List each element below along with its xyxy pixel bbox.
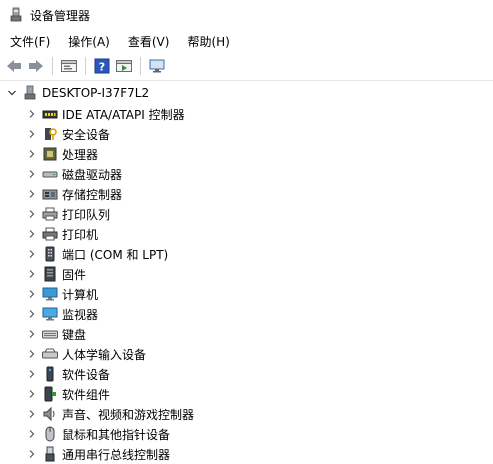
tree-item-label: 软件组件 (62, 387, 111, 402)
tree-item-label: 计算机 (62, 287, 99, 302)
device-tree: DESKTOP-I37F7L2 IDE ATA/ATAPI 控制器 安全设备 处… (0, 82, 493, 462)
software-device-icon (42, 366, 58, 382)
chevron-right-icon[interactable] (26, 348, 38, 360)
tree-item-label: 通用串行总线控制器 (62, 447, 171, 462)
software-component-icon (42, 386, 58, 402)
chevron-right-icon[interactable] (26, 408, 38, 420)
storage-controller-icon (42, 186, 58, 202)
toolbar-separator (85, 57, 86, 75)
chevron-right-icon[interactable] (26, 208, 38, 220)
chevron-right-icon[interactable] (26, 148, 38, 160)
chevron-right-icon[interactable] (26, 108, 38, 120)
chevron-right-icon[interactable] (26, 448, 38, 460)
chevron-right-icon[interactable] (26, 128, 38, 140)
tree-item-sound[interactable]: 声音、视频和游戏控制器 (0, 404, 493, 424)
tree-item-label: 磁盘驱动器 (62, 167, 123, 182)
tree-item-keyboards[interactable]: 键盘 (0, 324, 493, 344)
tree-item-disk-drives[interactable]: 磁盘驱动器 (0, 164, 493, 184)
sound-icon (42, 406, 58, 422)
menu-help[interactable]: 帮助(H) (181, 33, 235, 50)
chevron-right-icon[interactable] (26, 168, 38, 180)
chevron-right-icon[interactable] (26, 388, 38, 400)
menu-file[interactable]: 文件(F) (4, 33, 56, 50)
chevron-right-icon[interactable] (26, 428, 38, 440)
tree-item-processor[interactable]: 处理器 (0, 144, 493, 164)
chevron-down-icon[interactable] (6, 87, 18, 99)
chevron-right-icon[interactable] (26, 288, 38, 300)
toolbar-separator (52, 57, 53, 75)
tree-item-label: 存储控制器 (62, 187, 123, 202)
tree-item-firmware[interactable]: 固件 (0, 264, 493, 284)
tree-item-label: 软件设备 (62, 367, 111, 382)
tree-item-label: 监视器 (62, 307, 99, 322)
hid-icon (42, 346, 58, 362)
toolbar: ? (0, 52, 493, 81)
tree-item-print-queue[interactable]: 打印队列 (0, 204, 493, 224)
firmware-icon (42, 266, 58, 282)
tree-item-software-components[interactable]: 软件组件 (0, 384, 493, 404)
tree-item-label: 声音、视频和游戏控制器 (62, 407, 195, 422)
update-driver-icon[interactable] (114, 56, 134, 76)
chevron-right-icon[interactable] (26, 308, 38, 320)
device-manager-icon (8, 7, 24, 23)
tree-item-hid[interactable]: 人体学输入设备 (0, 344, 493, 364)
disk-drive-icon (42, 166, 58, 182)
tree-item-label: 人体学输入设备 (62, 347, 147, 362)
monitor-icon (42, 306, 58, 322)
chevron-right-icon[interactable] (26, 228, 38, 240)
chevron-right-icon[interactable] (26, 268, 38, 280)
tree-item-label: IDE ATA/ATAPI 控制器 (62, 107, 185, 122)
print-queue-icon (42, 206, 58, 222)
chevron-right-icon[interactable] (26, 328, 38, 340)
tree-item-label: 鼠标和其他指针设备 (62, 427, 171, 442)
tree-item-label: 打印机 (62, 227, 99, 242)
tree-item-computer[interactable]: 计算机 (0, 284, 493, 304)
title-bar: 设备管理器 (0, 0, 493, 30)
tree-item-ide[interactable]: IDE ATA/ATAPI 控制器 (0, 104, 493, 124)
tree-item-mice[interactable]: 鼠标和其他指针设备 (0, 424, 493, 444)
keyboard-icon (42, 326, 58, 342)
printer-icon (42, 226, 58, 242)
chevron-right-icon[interactable] (26, 188, 38, 200)
tree-item-label: 键盘 (62, 327, 87, 342)
tree-item-label: 安全设备 (62, 127, 111, 142)
chevron-right-icon[interactable] (26, 248, 38, 260)
toolbar-separator (140, 57, 141, 75)
tree-item-software-devices[interactable]: 软件设备 (0, 364, 493, 384)
tree-item-ports[interactable]: 端口 (COM 和 LPT) (0, 244, 493, 264)
menu-bar: 文件(F) 操作(A) 查看(V) 帮助(H) (0, 30, 493, 52)
tree-item-label: 打印队列 (62, 207, 111, 222)
help-icon[interactable]: ? (92, 56, 112, 76)
security-device-icon (42, 126, 58, 142)
svg-text:?: ? (99, 61, 105, 74)
ide-controller-icon (42, 106, 58, 122)
monitor-scan-icon[interactable] (147, 56, 167, 76)
tree-item-storage[interactable]: 存储控制器 (0, 184, 493, 204)
window-title: 设备管理器 (30, 8, 91, 23)
usb-icon (42, 446, 58, 462)
tree-item-printers[interactable]: 打印机 (0, 224, 493, 244)
menu-view[interactable]: 查看(V) (122, 33, 176, 50)
tree-root-label: DESKTOP-I37F7L2 (42, 86, 150, 100)
menu-action[interactable]: 操作(A) (62, 33, 116, 50)
tree-item-label: 端口 (COM 和 LPT) (62, 247, 169, 262)
computer-icon (42, 286, 58, 302)
mouse-icon (42, 426, 58, 442)
computer-root-icon (22, 85, 38, 101)
tree-item-usb[interactable]: 通用串行总线控制器 (0, 444, 493, 464)
tree-item-label: 固件 (62, 267, 87, 282)
forward-icon[interactable] (26, 56, 46, 76)
tree-item-label: 处理器 (62, 147, 99, 162)
tree-root[interactable]: DESKTOP-I37F7L2 (0, 82, 493, 104)
properties-icon[interactable] (59, 56, 79, 76)
tree-item-security[interactable]: 安全设备 (0, 124, 493, 144)
back-icon[interactable] (4, 56, 24, 76)
chevron-right-icon[interactable] (26, 368, 38, 380)
processor-icon (42, 146, 58, 162)
port-icon (42, 246, 58, 262)
tree-item-monitors[interactable]: 监视器 (0, 304, 493, 324)
